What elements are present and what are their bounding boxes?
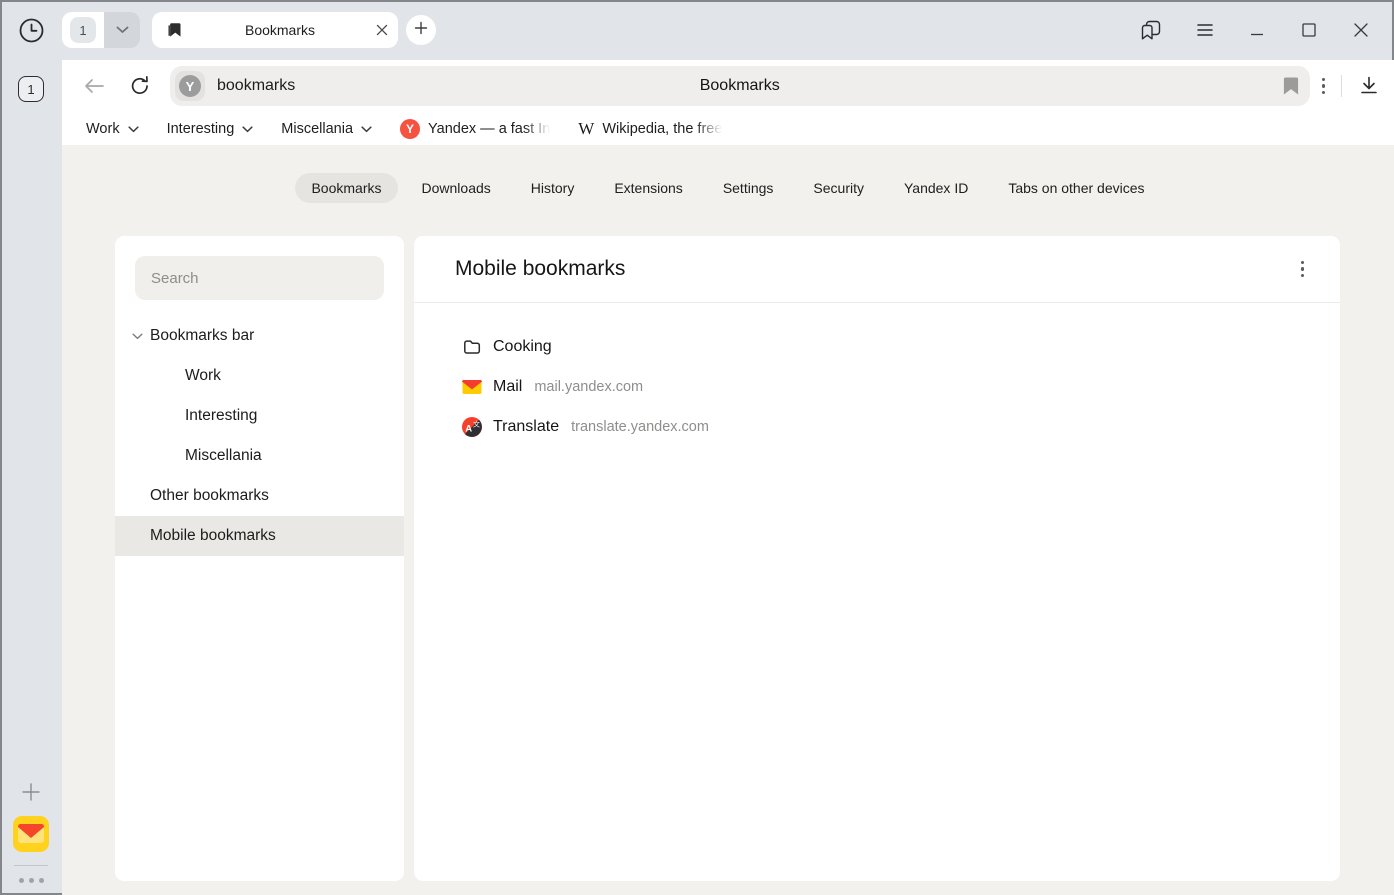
manager-nav: Bookmarks Downloads History Extensions S… <box>62 173 1394 203</box>
tab-group-control[interactable]: 1 <box>62 12 140 48</box>
toolbar-kebab-icon[interactable] <box>1322 78 1326 95</box>
tab-group-expand[interactable] <box>104 12 140 48</box>
close-tab-icon[interactable] <box>376 24 388 36</box>
yandex-favicon-gray: Y <box>179 75 201 97</box>
bookmark-tab-icon <box>166 21 184 39</box>
folder-tree: Bookmarks bar Work Interesting Miscellan… <box>115 316 404 556</box>
new-tab-button[interactable] <box>406 15 436 45</box>
close-window-icon[interactable] <box>1352 21 1370 39</box>
address-bar[interactable]: Y bookmarks Bookmarks <box>170 66 1310 106</box>
yandex-translate-favicon: A 文 <box>462 417 482 437</box>
tab-group-count[interactable]: 1 <box>62 12 104 48</box>
tree-item-bookmarks-bar[interactable]: Bookmarks bar <box>115 316 404 356</box>
back-icon[interactable] <box>78 78 110 94</box>
tree-item-mobile-bookmarks[interactable]: Mobile bookmarks <box>115 516 404 556</box>
folders-sidebar: Bookmarks bar Work Interesting Miscellan… <box>115 236 404 881</box>
tab-bookmarks[interactable]: Bookmarks <box>295 173 397 203</box>
toolbar: Y bookmarks Bookmarks <box>62 60 1394 112</box>
chevron-down-icon <box>361 121 372 137</box>
browser-window: 1 Bookmarks <box>0 0 1394 895</box>
bookmarks-bar-folder-miscellania[interactable]: Miscellania <box>281 121 372 137</box>
reload-icon[interactable] <box>124 75 156 97</box>
maximize-icon[interactable] <box>1300 21 1318 39</box>
search-input[interactable] <box>135 256 384 300</box>
menu-hamburger-icon[interactable] <box>1196 23 1214 37</box>
svg-text:A: A <box>465 424 472 435</box>
active-tab-title: Bookmarks <box>184 22 376 38</box>
folder-title: Mobile bookmarks <box>455 257 625 281</box>
tab-group-count-badge: 1 <box>70 17 96 43</box>
bookmarks-bar-link-wikipedia[interactable]: W Wikipedia, the free <box>578 119 722 139</box>
list-item-mail[interactable]: Mail mail.yandex.com <box>414 367 1340 407</box>
bookmarks-manager-page: Bookmarks Downloads History Extensions S… <box>62 145 1394 895</box>
list-item-cooking[interactable]: Cooking <box>414 327 1340 367</box>
bookmarks-main-panel: Mobile bookmarks Cooking <box>414 236 1340 881</box>
tab-settings[interactable]: Settings <box>707 173 790 203</box>
tree-item-work[interactable]: Work <box>115 356 404 396</box>
yandex-favicon-red: Y <box>400 119 420 139</box>
window-controls <box>1139 19 1380 42</box>
active-tab[interactable]: Bookmarks <box>152 12 398 48</box>
wikipedia-favicon: W <box>578 119 594 139</box>
site-favicon-badge[interactable]: Y <box>175 71 205 101</box>
yandex-mail-favicon <box>462 377 482 397</box>
tab-strip: 1 Bookmarks <box>0 0 1394 60</box>
tab-other-devices[interactable]: Tabs on other devices <box>992 173 1160 203</box>
rail-more-icon[interactable] <box>19 878 44 883</box>
toolbar-divider <box>1341 75 1342 97</box>
rail-divider <box>14 865 48 866</box>
rail-tab-number[interactable]: 1 <box>18 76 44 102</box>
list-item-translate[interactable]: A 文 Translate translate.yandex.com <box>414 407 1340 447</box>
bookmark-flag-icon[interactable] <box>1282 76 1300 96</box>
bookmarks-bar-folder-interesting[interactable]: Interesting <box>167 121 254 137</box>
tab-downloads[interactable]: Downloads <box>406 173 507 203</box>
tree-item-interesting[interactable]: Interesting <box>115 396 404 436</box>
side-panel-bookmarks-icon[interactable] <box>1139 19 1162 42</box>
tree-item-other-bookmarks[interactable]: Other bookmarks <box>115 476 404 516</box>
bookmarks-bar-link-yandex[interactable]: Y Yandex — a fast In <box>400 119 550 139</box>
bookmarks-bar-folder-work[interactable]: Work <box>86 121 139 137</box>
chevron-down-icon <box>116 21 129 39</box>
rail-add-icon[interactable] <box>20 781 42 803</box>
yandex-mail-app-icon[interactable] <box>12 815 50 853</box>
minimize-icon[interactable] <box>1248 21 1266 39</box>
plus-icon <box>414 21 428 40</box>
chevron-down-icon <box>128 121 139 137</box>
folder-icon <box>462 337 482 357</box>
url-text[interactable]: bookmarks <box>217 77 295 95</box>
tab-history[interactable]: History <box>515 173 591 203</box>
bookmarks-bar: Work Interesting Miscellania Y Yandex — … <box>62 112 1394 145</box>
svg-text:文: 文 <box>473 419 480 428</box>
tab-security[interactable]: Security <box>797 173 880 203</box>
tab-yandex-id[interactable]: Yandex ID <box>888 173 984 203</box>
downloads-icon[interactable] <box>1358 75 1380 97</box>
history-clock-icon[interactable] <box>18 17 45 44</box>
chevron-down-icon <box>242 121 253 137</box>
tree-item-miscellania[interactable]: Miscellania <box>115 436 404 476</box>
bookmark-list: Cooking Mail mail.yandex.com <box>414 303 1340 447</box>
tab-extensions[interactable]: Extensions <box>598 173 698 203</box>
folder-menu-kebab-icon[interactable] <box>1301 261 1305 278</box>
left-rail: 1 <box>0 60 62 895</box>
omnibox-page-title: Bookmarks <box>170 77 1310 95</box>
chevron-down-icon[interactable] <box>132 333 150 340</box>
